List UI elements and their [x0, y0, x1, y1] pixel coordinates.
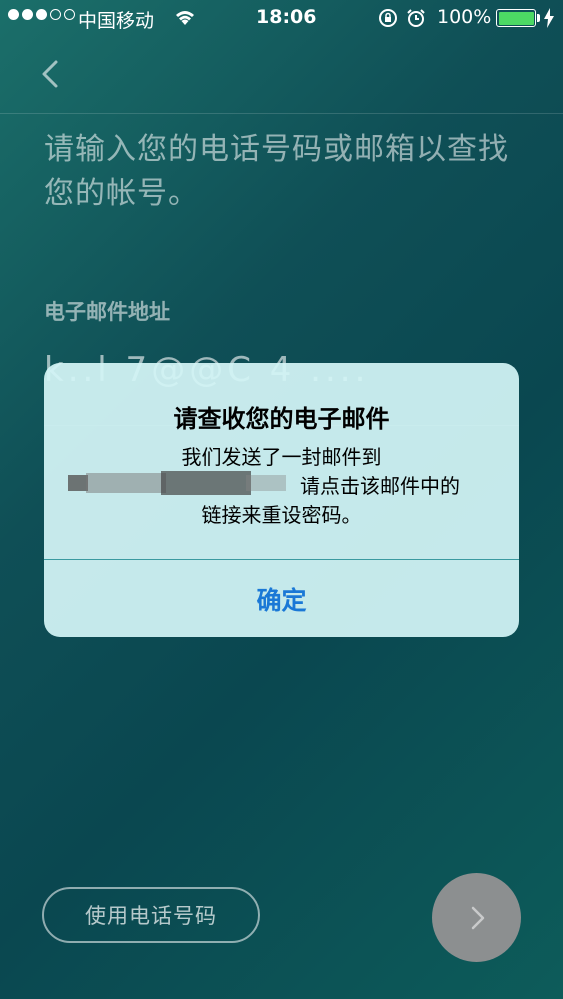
dialog-title: 请查收您的电子邮件 — [173, 405, 390, 433]
wifi-icon — [173, 7, 197, 32]
battery-percent: 100% — [437, 6, 492, 28]
nav-divider — [0, 113, 563, 114]
chevron-right-icon — [471, 906, 484, 929]
dialog-message-line2: 请点击该邮件中的 — [300, 474, 460, 498]
carrier-name: 中国移动 — [78, 10, 155, 32]
rotation-lock-icon — [378, 8, 398, 33]
email-field-label: 电子邮件地址 — [44, 300, 170, 324]
redacted-email — [68, 471, 286, 495]
alarm-icon — [406, 8, 426, 33]
status-bar: 中国移动 18:06 100% — [0, 0, 563, 36]
dialog-message-line1: 我们发送了一封邮件到 — [181, 445, 382, 469]
page-prompt: 请输入您的电话号码或邮箱以查找您的帐号。 — [44, 132, 509, 211]
signal-strength-icon — [8, 9, 75, 20]
dialog-message-line3: 链接来重设密码。 — [201, 503, 362, 527]
alert-dialog: 请查收您的电子邮件 我们发送了一封邮件到 请点击该邮件中的 链接来重设密码。 确… — [44, 363, 519, 637]
charging-icon — [543, 8, 555, 33]
clock-time: 18:06 — [256, 6, 317, 28]
battery-icon — [496, 9, 536, 27]
use-phone-number-button[interactable]: 使用电话号码 — [42, 887, 260, 943]
chevron-left-icon — [42, 60, 58, 88]
back-button[interactable] — [36, 56, 66, 92]
next-button[interactable] — [432, 873, 521, 962]
ok-button[interactable]: 确定 — [44, 560, 519, 637]
